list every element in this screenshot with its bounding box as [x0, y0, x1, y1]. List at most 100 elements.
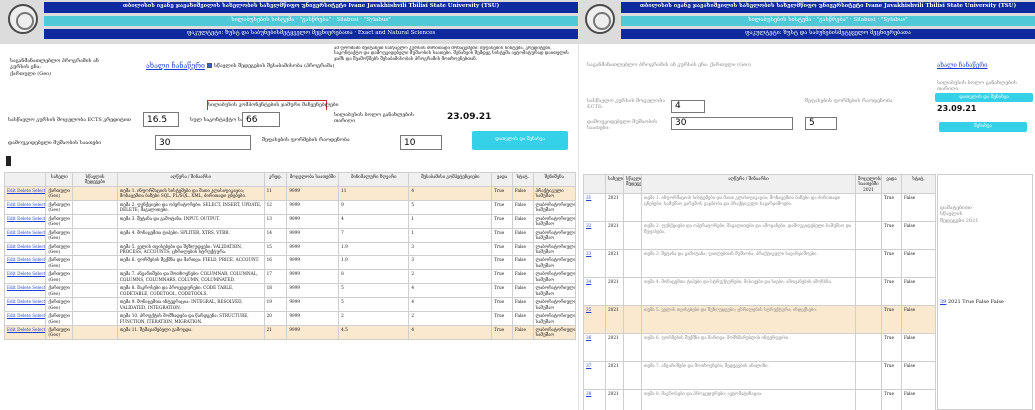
self-study-hours-input[interactable]	[155, 135, 251, 150]
new-record-link[interactable]: ახალი ჩანაწერი	[146, 62, 205, 71]
col-competencies: შესაბამისი კომპეტენციები	[408, 172, 493, 187]
row-select-link[interactable]: 37	[583, 361, 606, 391]
row-credits: 21	[263, 324, 288, 340]
action-link-select[interactable]: Select	[32, 202, 45, 207]
row-flag-2: False	[511, 199, 534, 215]
row-select-link[interactable]: 35	[583, 305, 606, 335]
row-year: 2021	[605, 193, 624, 223]
row-select-link[interactable]: 38	[583, 389, 606, 410]
lang-label: საგანმანათლებლო პროგრამის ან კურსის ენა:…	[10, 58, 99, 77]
row-outcomes	[623, 193, 642, 223]
action-link-delete[interactable]: Delete	[17, 216, 31, 221]
count-label: შეფასების ფორმების რაოდენობა	[262, 137, 350, 143]
checkbox-icon[interactable]	[207, 63, 212, 68]
col-hours: მოცულობა საათებში	[286, 172, 340, 187]
action-link-delete[interactable]: Delete	[17, 327, 31, 332]
row-flag-1: True	[491, 213, 513, 229]
action-link-select[interactable]: Select	[32, 216, 45, 221]
action-link-delete[interactable]: Delete	[17, 244, 31, 249]
action-link-select[interactable]: Select	[32, 244, 45, 249]
row-actions: Edit Delete Select 21	[3, 324, 47, 340]
action-link-select[interactable]: Select	[32, 299, 45, 304]
col-term: ვადა	[881, 173, 902, 195]
row-select-link[interactable]: 31	[583, 193, 606, 223]
col-status: სტატ.	[511, 172, 534, 187]
table-row: 36 2021 თემა 6. ფორმების შექმნა და მართვა;…	[583, 333, 936, 363]
self-study-hours-input[interactable]	[671, 117, 793, 130]
side-flag-2: False	[975, 299, 990, 305]
action-link-edit[interactable]: Edit	[7, 299, 16, 304]
row-outcomes	[72, 269, 118, 285]
action-link-delete[interactable]: Delete	[17, 188, 31, 193]
action-link-edit[interactable]: Edit	[7, 244, 16, 249]
action-link-edit[interactable]: Edit	[7, 216, 16, 221]
row-minimum: 5	[338, 283, 410, 299]
action-link-select[interactable]: Select	[32, 327, 45, 332]
row-outcomes	[623, 249, 642, 279]
credits-input[interactable]	[671, 100, 705, 113]
row-credits: 16	[263, 255, 288, 271]
action-link-select[interactable]: Select	[32, 285, 45, 290]
side-flag-3: False	[990, 299, 1004, 305]
action-link-select[interactable]: Select	[32, 230, 45, 235]
action-link-edit[interactable]: Edit	[7, 313, 16, 318]
action-link-delete[interactable]: Delete	[17, 271, 31, 276]
action-link-select[interactable]: Select	[32, 313, 45, 318]
row-flag-2: False	[511, 255, 534, 271]
row-flag-2: False	[511, 185, 534, 201]
row-actions: Edit Delete Select 13	[3, 213, 47, 229]
row-actions: Edit Delete Select 18	[3, 283, 47, 299]
contact-hours-input[interactable]	[242, 112, 280, 127]
action-link-select[interactable]: Select	[32, 257, 45, 262]
new-record-link[interactable]: ახალი ჩანაწერი	[937, 62, 988, 70]
action-link-select[interactable]: Select	[32, 271, 45, 276]
side-select-link[interactable]: 39	[940, 299, 946, 305]
table-row: Edit Delete Select 14ქართული (Geo)თემა 4…	[3, 227, 577, 243]
action-link-delete[interactable]: Delete	[17, 285, 31, 290]
row-competencies: 2	[408, 269, 493, 285]
action-link-edit[interactable]: Edit	[7, 202, 16, 207]
table-header-row: სახელი სწავლის შედეგები აღწერა / შინაარს…	[583, 173, 936, 195]
action-link-edit[interactable]: Edit	[7, 271, 16, 276]
action-link-delete[interactable]: Delete	[17, 202, 31, 207]
col-description: აღწერა / შინაარსი	[116, 172, 265, 187]
col-name: სახელი	[45, 172, 74, 187]
ects-input[interactable]	[143, 112, 179, 127]
row-hours: 9999	[286, 241, 340, 257]
row-minimum: 9	[338, 199, 410, 215]
row-language: ქართული (Geo)	[45, 269, 74, 285]
action-link-edit[interactable]: Edit	[7, 327, 16, 332]
action-link-select[interactable]: Select	[32, 188, 45, 193]
action-link-edit[interactable]: Edit	[7, 230, 16, 235]
row-flag-1: True	[491, 311, 513, 326]
col-status: სტატ.	[901, 173, 936, 195]
row-flag-1: True	[881, 389, 902, 410]
calculate-save-button[interactable]: დათვლის და შენახვა	[935, 93, 1033, 102]
row-select-link[interactable]: 33	[583, 249, 606, 279]
action-link-delete[interactable]: Delete	[17, 257, 31, 262]
action-link-delete[interactable]: Delete	[17, 230, 31, 235]
action-link-delete[interactable]: Delete	[17, 313, 31, 318]
row-language: ქართული (Geo)	[45, 283, 74, 299]
save-button[interactable]: შენახვა	[939, 122, 1027, 132]
row-actions: Edit Delete Select 16	[3, 255, 47, 271]
row-minimum: 1.9	[338, 241, 410, 257]
row-competencies: 4	[408, 297, 493, 313]
action-link-edit[interactable]: Edit	[7, 285, 16, 290]
row-select-link[interactable]: 34	[583, 277, 606, 307]
row-select-link[interactable]: 36	[583, 333, 606, 363]
action-link-edit[interactable]: Edit	[7, 188, 16, 193]
row-flag-1: True	[881, 249, 902, 279]
row-flag-1: True	[881, 221, 902, 251]
row-description: თემა 8. მაკროსები და პროცედურები: CODE T…	[116, 283, 265, 299]
assessment-count-input[interactable]	[400, 135, 442, 150]
alignment-checkbox[interactable]: სწავლის შედეგების შესაბამისობა (პროგრამა…	[207, 63, 334, 69]
right-window: თბილისის ივანე ჯავახიშვილის სახელობის სა…	[578, 0, 1035, 410]
action-link-edit[interactable]: Edit	[7, 257, 16, 262]
action-link-delete[interactable]: Delete	[17, 299, 31, 304]
calculate-save-button[interactable]: დათვლის და შენახვა	[472, 131, 568, 150]
row-select-link[interactable]: 32	[583, 221, 606, 251]
grades-count-input[interactable]	[805, 117, 837, 130]
date-label: სილაბუსის ბოლო განახლების თარიღი	[334, 112, 414, 125]
row-outcomes	[623, 221, 642, 251]
